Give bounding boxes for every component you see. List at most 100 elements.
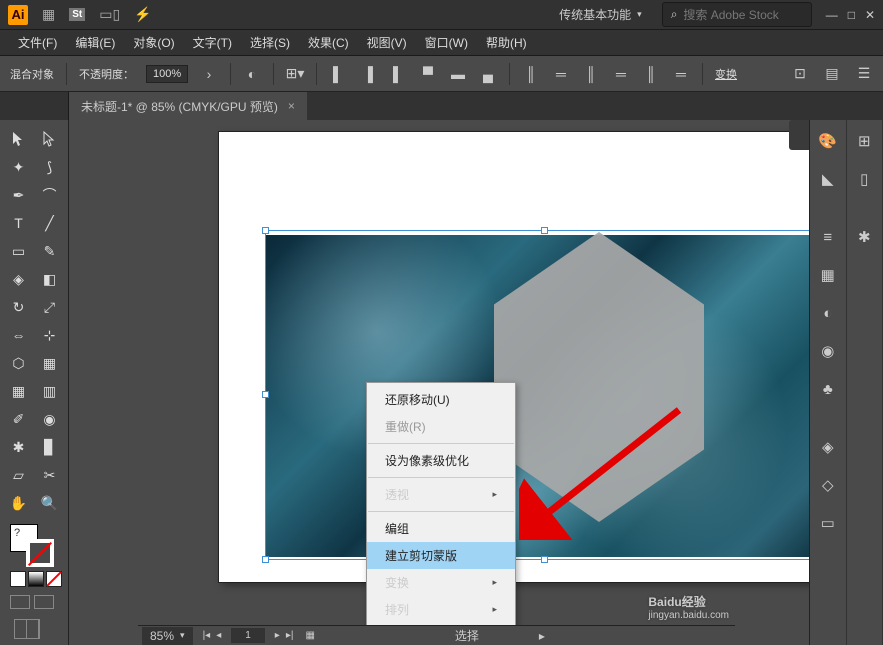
gradient-panel-icon[interactable]: ▦ (817, 264, 839, 286)
distribute-v3-icon[interactable]: ═ (672, 65, 690, 83)
menu-view[interactable]: 视图(V) (359, 31, 415, 54)
next-page-icon[interactable]: ▸ (275, 630, 280, 641)
stroke-panel-icon[interactable]: ≡ (817, 226, 839, 248)
align-bottom-icon[interactable]: ▄ (479, 65, 497, 83)
artboard-tool-icon[interactable]: ▱ (4, 462, 33, 488)
eraser-tool-icon[interactable]: ◧ (35, 266, 64, 292)
magic-wand-tool-icon[interactable]: ✦ (4, 154, 33, 180)
cm-undo[interactable]: 还原移动(U) (367, 386, 515, 413)
rectangle-tool-icon[interactable]: ▭ (4, 238, 33, 264)
slice-tool-icon[interactable]: ✂ (35, 462, 64, 488)
none-mode-icon[interactable] (46, 571, 62, 587)
rotate-tool-icon[interactable]: ↻ (4, 294, 33, 320)
menu-object[interactable]: 对象(O) (125, 31, 182, 54)
close-button[interactable]: ✕ (865, 8, 875, 22)
align-toggle-icon[interactable]: ⊞▾ (286, 65, 304, 83)
cm-arrange[interactable]: 排列▸ (367, 596, 515, 623)
mesh-tool-icon[interactable]: ▦ (4, 378, 33, 404)
menu-edit[interactable]: 编辑(E) (67, 31, 123, 54)
canvas[interactable]: 还原移动(U) 重做(R) 设为像素级优化 透视▸ 编组 建立剪切蒙版 变换▸ … (69, 120, 809, 645)
selection-tool-icon[interactable] (4, 126, 33, 152)
status-chevron-icon[interactable]: ▸ (539, 629, 545, 643)
hand-tool-icon[interactable]: ✋ (4, 490, 33, 516)
menu-file[interactable]: 文件(F) (10, 31, 65, 54)
appearance-panel-icon[interactable]: ◉ (817, 340, 839, 362)
screen-mode-icon[interactable] (14, 619, 40, 639)
zoom-input[interactable]: 85%▾ (142, 627, 193, 645)
align-top-icon[interactable]: ▀ (419, 65, 437, 83)
opacity-input[interactable] (146, 65, 188, 83)
opacity-chevron-icon[interactable]: › (200, 65, 218, 83)
draw-behind-icon[interactable] (34, 595, 54, 609)
arrange-icon[interactable]: ▭▯ (99, 6, 120, 23)
distribute-h-icon[interactable]: ║ (522, 65, 540, 83)
tearoff-tab[interactable] (789, 120, 809, 150)
more-icon[interactable]: ☰ (855, 65, 873, 83)
lasso-tool-icon[interactable]: ⟆ (35, 154, 64, 180)
close-tab-icon[interactable]: × (288, 99, 295, 113)
color-swatches[interactable]: ? (10, 524, 54, 567)
cm-pixel-perfect[interactable]: 设为像素级优化 (367, 447, 515, 474)
transparency-panel-icon[interactable]: ◐ (817, 302, 839, 324)
artboard-nav-icon[interactable]: ▦ (305, 630, 314, 641)
isolate-icon[interactable]: ⊡ (791, 65, 809, 83)
gradient-tool-icon[interactable]: ▥ (35, 378, 64, 404)
color-mode-icon[interactable] (10, 571, 26, 587)
minimize-button[interactable]: — (826, 8, 838, 22)
workspace-selector[interactable]: 传统基本功能 ▾ (559, 6, 642, 23)
distribute-v-icon[interactable]: ═ (552, 65, 570, 83)
cm-transform[interactable]: 变换▸ (367, 569, 515, 596)
bridge-icon[interactable]: ▦ (42, 6, 55, 23)
prev-page-icon[interactable]: ◂ (216, 630, 221, 641)
menu-select[interactable]: 选择(S) (242, 31, 298, 54)
menu-help[interactable]: 帮助(H) (478, 31, 535, 54)
cm-clipping-mask[interactable]: 建立剪切蒙版 (367, 542, 515, 569)
free-transform-tool-icon[interactable]: ⊹ (35, 322, 64, 348)
artboards-panel-icon[interactable]: ▭ (817, 512, 839, 534)
maximize-button[interactable]: □ (848, 8, 855, 22)
draw-normal-icon[interactable] (10, 595, 30, 609)
swatches-panel-icon[interactable]: ⊞ (853, 130, 875, 152)
color-panel-icon[interactable]: 🎨 (817, 130, 839, 152)
first-page-icon[interactable]: |◂ (203, 630, 211, 641)
type-tool-icon[interactable]: T (4, 210, 33, 236)
search-input[interactable]: ⌕ 搜索 Adobe Stock (662, 2, 812, 27)
menu-effect[interactable]: 效果(C) (300, 31, 357, 54)
brushes-panel-icon[interactable]: ▯ (853, 168, 875, 190)
knockout-icon[interactable]: ▤ (823, 65, 841, 83)
menu-type[interactable]: 文字(T) (185, 31, 240, 54)
shaper-tool-icon[interactable]: ◈ (4, 266, 33, 292)
graphic-styles-panel-icon[interactable]: ♣ (817, 378, 839, 400)
direct-selection-tool-icon[interactable] (35, 126, 64, 152)
curvature-tool-icon[interactable]: ⌒ (35, 182, 64, 208)
zoom-tool-icon[interactable]: 🔍 (35, 490, 64, 516)
graph-tool-icon[interactable]: ▊ (35, 434, 64, 460)
align-right-icon[interactable]: ▌ (389, 65, 407, 83)
stroke-swatch[interactable] (26, 539, 54, 567)
document-tab[interactable]: 未标题-1* @ 85% (CMYK/GPU 预览) × (69, 92, 307, 120)
symbols-panel-icon[interactable]: ✱ (853, 226, 875, 248)
asset-export-panel-icon[interactable]: ◇ (817, 474, 839, 496)
blend-tool-icon[interactable]: ◉ (35, 406, 64, 432)
line-tool-icon[interactable]: ╱ (35, 210, 64, 236)
gradient-mode-icon[interactable] (28, 571, 44, 587)
eyedropper-tool-icon[interactable]: ✐ (4, 406, 33, 432)
pen-tool-icon[interactable]: ✒ (4, 182, 33, 208)
gpu-icon[interactable]: ⚡ (134, 6, 151, 23)
menu-window[interactable]: 窗口(W) (417, 31, 476, 54)
last-page-icon[interactable]: ▸| (286, 630, 294, 641)
shape-builder-tool-icon[interactable]: ⬡ (4, 350, 33, 376)
perspective-tool-icon[interactable]: ▦ (35, 350, 64, 376)
scale-tool-icon[interactable]: ⤢ (35, 294, 64, 320)
align-vcenter-icon[interactable]: ▬ (449, 65, 467, 83)
distribute-h3-icon[interactable]: ║ (642, 65, 660, 83)
distribute-h2-icon[interactable]: ║ (582, 65, 600, 83)
paintbrush-tool-icon[interactable]: ✎ (35, 238, 64, 264)
distribute-v2-icon[interactable]: ═ (612, 65, 630, 83)
cm-group[interactable]: 编组 (367, 515, 515, 542)
page-input[interactable]: 1 (231, 628, 265, 643)
align-hcenter-icon[interactable]: ▐ (359, 65, 377, 83)
width-tool-icon[interactable]: ⇔ (4, 322, 33, 348)
layers-panel-icon[interactable]: ◈ (817, 436, 839, 458)
color-guide-panel-icon[interactable]: ◣ (817, 168, 839, 190)
